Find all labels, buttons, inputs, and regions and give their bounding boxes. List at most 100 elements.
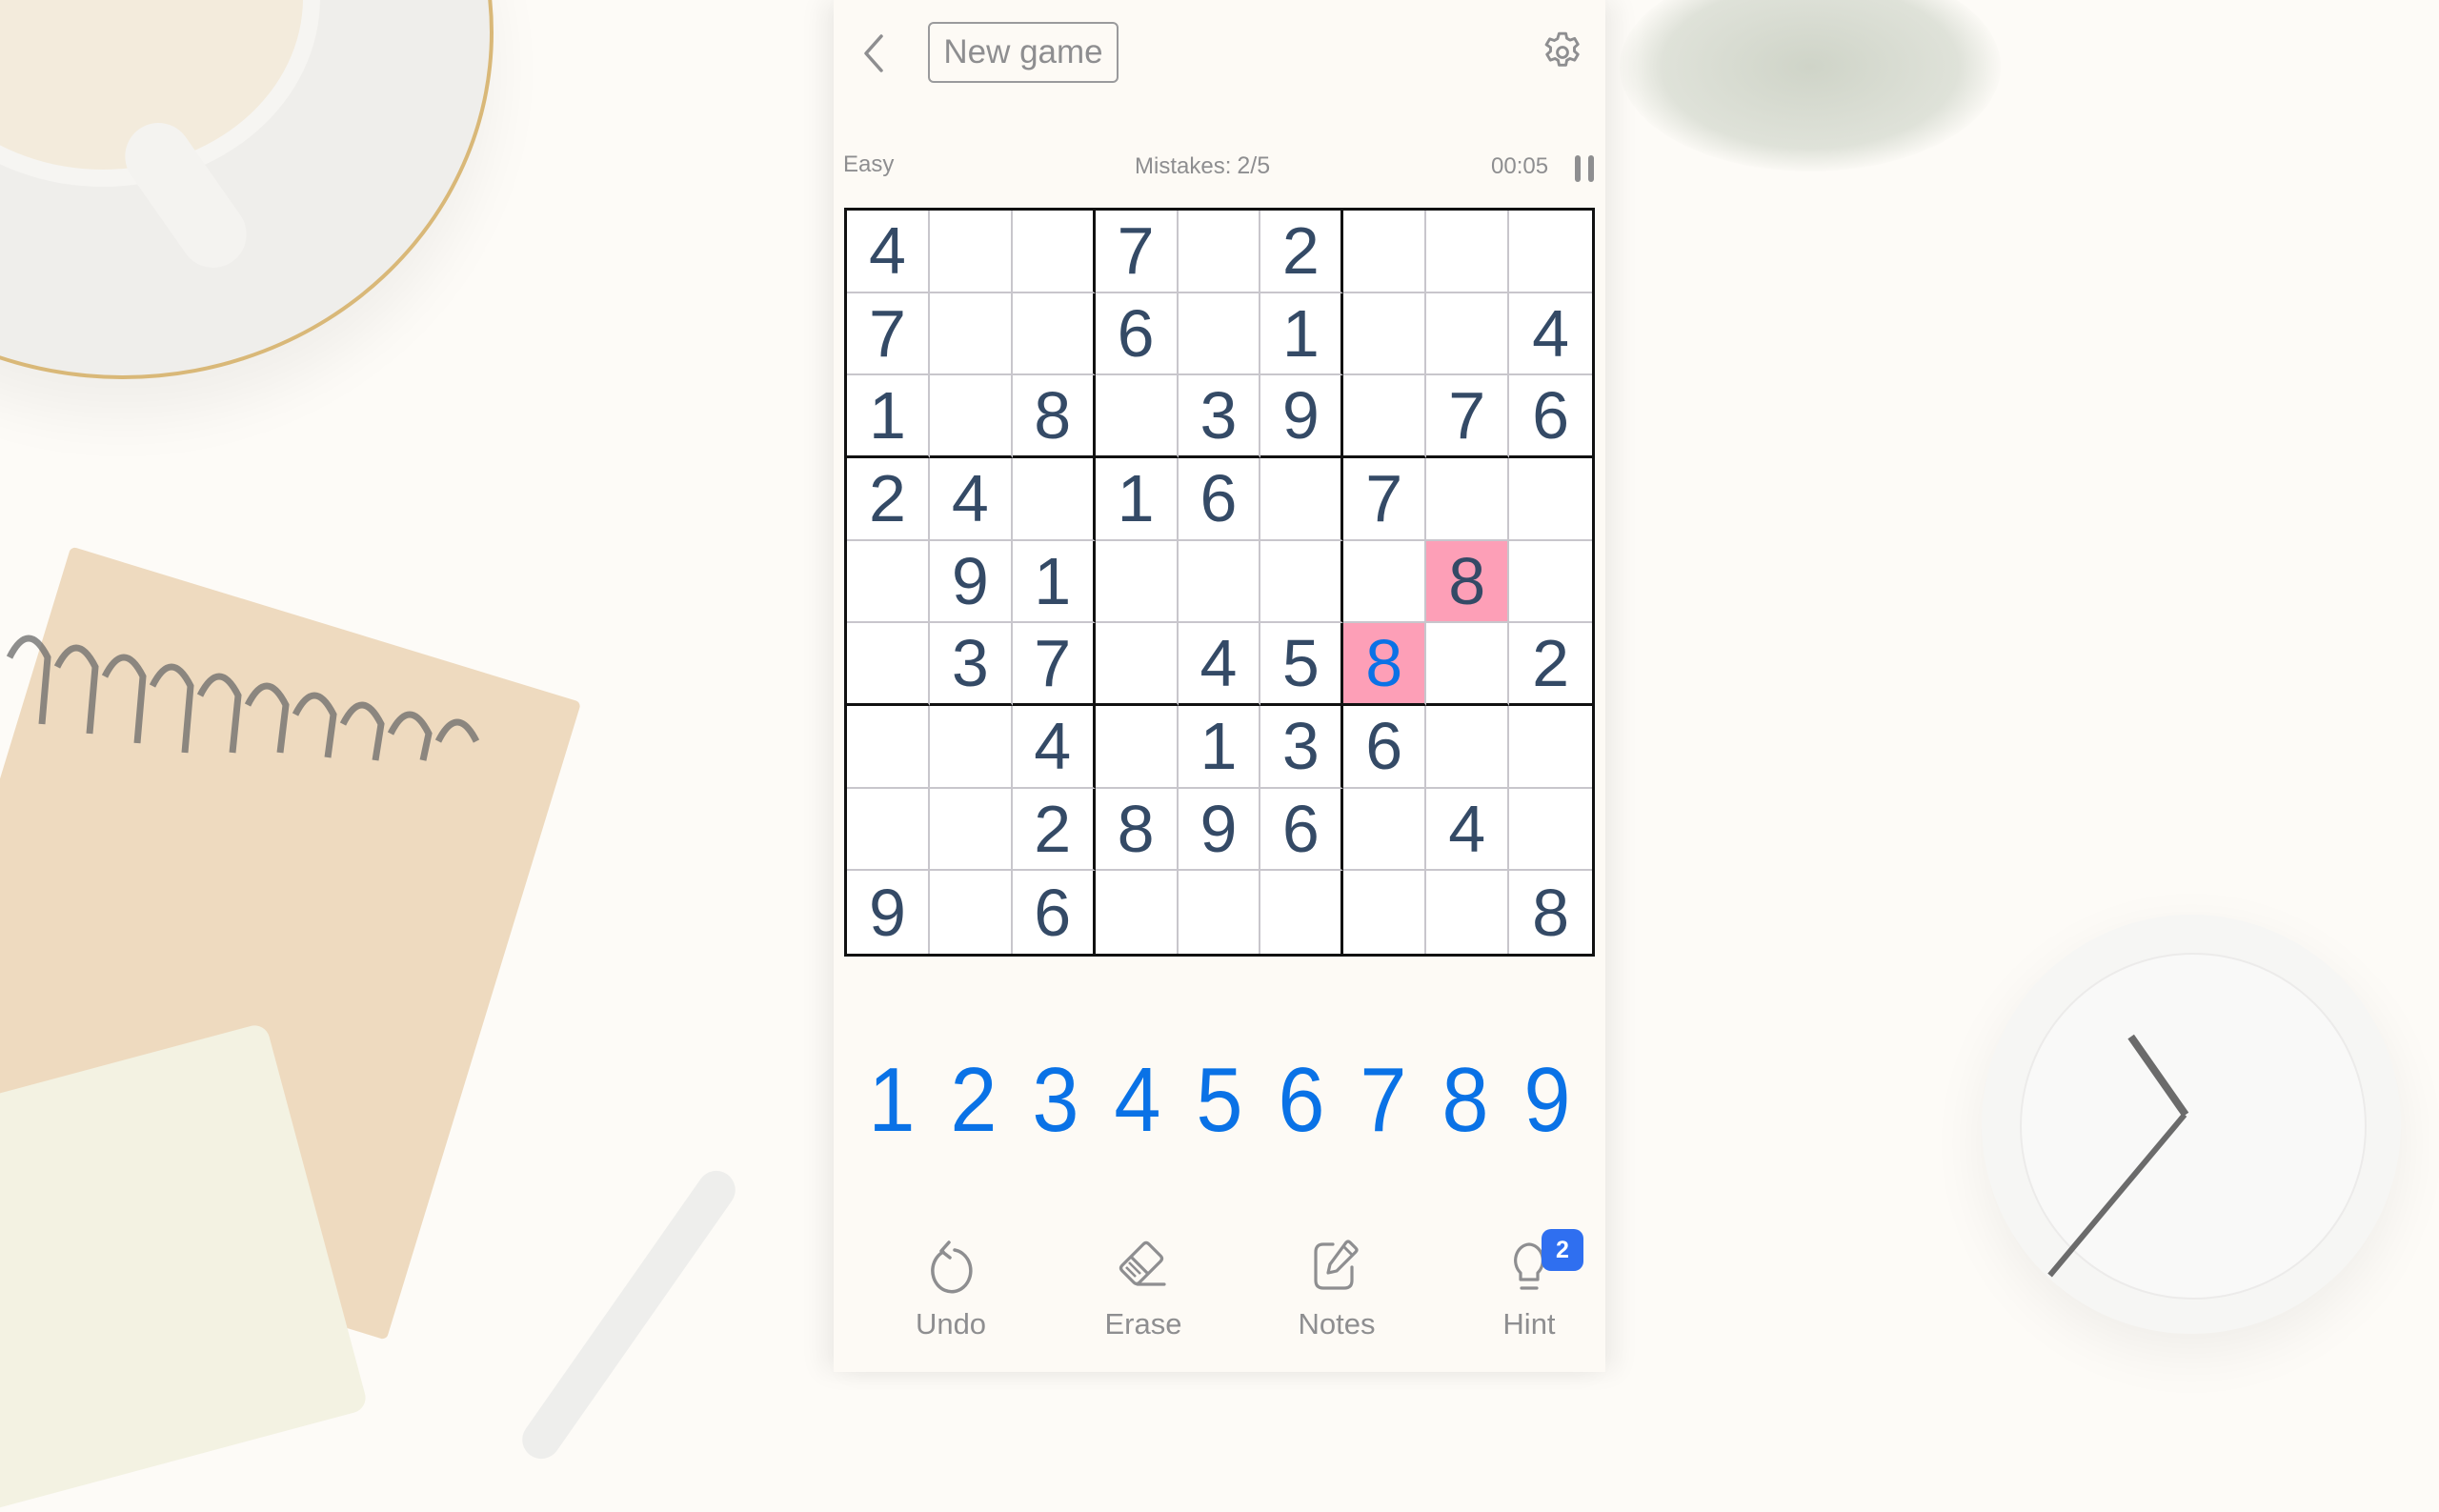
new-game-button[interactable]: New game bbox=[928, 22, 1119, 83]
grid-cell-r3-c6[interactable]: 9 bbox=[1260, 375, 1344, 458]
grid-cell-r1-c8[interactable] bbox=[1426, 211, 1510, 293]
undo-button[interactable]: Undo bbox=[884, 1239, 1018, 1362]
grid-cell-r4-c8[interactable] bbox=[1426, 457, 1510, 541]
back-button[interactable] bbox=[855, 29, 893, 78]
grid-cell-r9-c3[interactable]: 6 bbox=[1013, 871, 1096, 954]
grid-cell-r3-c7[interactable] bbox=[1343, 375, 1427, 458]
grid-cell-r9-c2[interactable] bbox=[930, 871, 1013, 954]
grid-cell-r9-c6[interactable] bbox=[1260, 871, 1344, 954]
grid-cell-r7-c2[interactable] bbox=[929, 705, 1013, 789]
grid-cell-r3-c2[interactable] bbox=[929, 375, 1013, 458]
grid-cell-r5-c1[interactable] bbox=[847, 540, 930, 624]
grid-cell-r5-c7[interactable] bbox=[1343, 540, 1427, 624]
number-key-8[interactable]: 8 bbox=[1427, 1048, 1502, 1153]
grid-cell-r3-c1[interactable]: 1 bbox=[847, 375, 930, 458]
grid-cell-r4-c3[interactable] bbox=[1012, 457, 1096, 541]
grid-cell-r6-c4[interactable] bbox=[1095, 623, 1179, 706]
grid-cell-r4-c1[interactable]: 2 bbox=[847, 457, 930, 541]
number-key-2[interactable]: 2 bbox=[936, 1048, 1011, 1153]
grid-cell-r7-c7[interactable]: 6 bbox=[1343, 705, 1427, 789]
grid-cell-r6-c7[interactable]: 8 bbox=[1343, 623, 1427, 706]
grid-cell-r8-c4[interactable]: 8 bbox=[1095, 788, 1179, 872]
grid-cell-r6-c3[interactable]: 7 bbox=[1012, 623, 1096, 706]
number-key-5[interactable]: 5 bbox=[1181, 1048, 1257, 1153]
grid-cell-r9-c4[interactable] bbox=[1096, 871, 1179, 954]
grid-cell-r2-c1[interactable]: 7 bbox=[847, 292, 930, 376]
grid-cell-r7-c9[interactable] bbox=[1509, 706, 1592, 789]
grid-cell-r4-c4[interactable]: 1 bbox=[1095, 457, 1179, 541]
hint-button[interactable]: 2 Hint bbox=[1462, 1229, 1596, 1362]
grid-cell-r8-c8[interactable]: 4 bbox=[1426, 788, 1510, 872]
grid-cell-r5-c8[interactable]: 8 bbox=[1426, 540, 1510, 624]
grid-cell-r7-c6[interactable]: 3 bbox=[1260, 705, 1344, 789]
grid-cell-r8-c1[interactable] bbox=[847, 788, 930, 872]
grid-cell-r2-c6[interactable]: 1 bbox=[1260, 292, 1344, 376]
grid-cell-r1-c9[interactable] bbox=[1509, 211, 1592, 293]
settings-button[interactable] bbox=[1539, 29, 1586, 76]
grid-cell-r4-c9[interactable] bbox=[1509, 458, 1592, 541]
grid-cell-r4-c2[interactable]: 4 bbox=[929, 457, 1013, 541]
grid-cell-r2-c4[interactable]: 6 bbox=[1095, 292, 1179, 376]
grid-cell-r6-c1[interactable] bbox=[847, 623, 930, 706]
grid-cell-r5-c3[interactable]: 1 bbox=[1012, 540, 1096, 624]
grid-cell-r8-c5[interactable]: 9 bbox=[1178, 788, 1261, 872]
grid-cell-r8-c7[interactable] bbox=[1343, 788, 1427, 872]
number-key-1[interactable]: 1 bbox=[854, 1048, 929, 1153]
grid-cell-r3-c9[interactable]: 6 bbox=[1509, 375, 1592, 458]
grid-cell-r4-c6[interactable] bbox=[1260, 457, 1344, 541]
grid-cell-r8-c9[interactable] bbox=[1509, 789, 1592, 872]
grid-cell-r6-c6[interactable]: 5 bbox=[1260, 623, 1344, 706]
grid-cell-r9-c1[interactable]: 9 bbox=[847, 871, 930, 954]
grid-cell-r1-c6[interactable]: 2 bbox=[1260, 211, 1344, 293]
grid-cell-r9-c9[interactable]: 8 bbox=[1509, 871, 1592, 954]
grid-cell-r7-c1[interactable] bbox=[847, 705, 930, 789]
number-key-7[interactable]: 7 bbox=[1345, 1048, 1421, 1153]
undo-label: Undo bbox=[915, 1307, 987, 1341]
grid-cell-r6-c8[interactable] bbox=[1426, 623, 1510, 706]
grid-cell-r1-c7[interactable] bbox=[1343, 211, 1427, 293]
grid-cell-r2-c9[interactable]: 4 bbox=[1509, 293, 1592, 376]
grid-cell-r6-c2[interactable]: 3 bbox=[929, 623, 1013, 706]
grid-cell-r1-c3[interactable] bbox=[1012, 211, 1096, 293]
number-key-6[interactable]: 6 bbox=[1263, 1048, 1339, 1153]
grid-cell-r9-c5[interactable] bbox=[1179, 871, 1261, 954]
number-key-4[interactable]: 4 bbox=[1099, 1048, 1175, 1153]
number-key-9[interactable]: 9 bbox=[1509, 1048, 1584, 1153]
grid-cell-r4-c7[interactable]: 7 bbox=[1343, 457, 1427, 541]
grid-cell-r5-c9[interactable] bbox=[1509, 541, 1592, 624]
grid-cell-r5-c2[interactable]: 9 bbox=[929, 540, 1013, 624]
erase-button[interactable]: Erase bbox=[1077, 1239, 1210, 1362]
grid-cell-r2-c5[interactable] bbox=[1178, 292, 1261, 376]
pause-button[interactable] bbox=[1575, 155, 1596, 182]
grid-cell-r1-c5[interactable] bbox=[1178, 211, 1261, 293]
grid-cell-r4-c5[interactable]: 6 bbox=[1178, 457, 1261, 541]
grid-cell-r3-c8[interactable]: 7 bbox=[1426, 375, 1510, 458]
grid-cell-r7-c5[interactable]: 1 bbox=[1178, 705, 1261, 789]
grid-cell-r9-c8[interactable] bbox=[1426, 871, 1510, 954]
grid-cell-r3-c5[interactable]: 3 bbox=[1178, 375, 1261, 458]
grid-cell-r7-c8[interactable] bbox=[1426, 705, 1510, 789]
grid-cell-r6-c5[interactable]: 4 bbox=[1178, 623, 1261, 706]
grid-cell-r8-c3[interactable]: 2 bbox=[1012, 788, 1096, 872]
grid-cell-r2-c8[interactable] bbox=[1426, 292, 1510, 376]
grid-cell-r8-c2[interactable] bbox=[929, 788, 1013, 872]
grid-cell-r7-c3[interactable]: 4 bbox=[1012, 705, 1096, 789]
grid-cell-r5-c6[interactable] bbox=[1260, 540, 1344, 624]
grid-cell-r2-c2[interactable] bbox=[929, 292, 1013, 376]
grid-cell-r3-c4[interactable] bbox=[1095, 375, 1179, 458]
grid-cell-r1-c4[interactable]: 7 bbox=[1095, 211, 1179, 293]
grid-cell-r9-c7[interactable] bbox=[1343, 871, 1427, 954]
grid-cell-r6-c9[interactable]: 2 bbox=[1509, 623, 1592, 706]
grid-cell-r2-c3[interactable] bbox=[1012, 292, 1096, 376]
notebook-decoration bbox=[0, 546, 582, 1341]
grid-cell-r7-c4[interactable] bbox=[1095, 705, 1179, 789]
grid-cell-r1-c2[interactable] bbox=[929, 211, 1013, 293]
grid-cell-r5-c4[interactable] bbox=[1095, 540, 1179, 624]
grid-cell-r2-c7[interactable] bbox=[1343, 292, 1427, 376]
grid-cell-r1-c1[interactable]: 4 bbox=[847, 211, 930, 293]
number-key-3[interactable]: 3 bbox=[1018, 1048, 1093, 1153]
grid-cell-r5-c5[interactable] bbox=[1178, 540, 1261, 624]
notes-button[interactable]: Notes bbox=[1270, 1239, 1403, 1362]
grid-cell-r3-c3[interactable]: 8 bbox=[1012, 375, 1096, 458]
grid-cell-r8-c6[interactable]: 6 bbox=[1260, 788, 1344, 872]
